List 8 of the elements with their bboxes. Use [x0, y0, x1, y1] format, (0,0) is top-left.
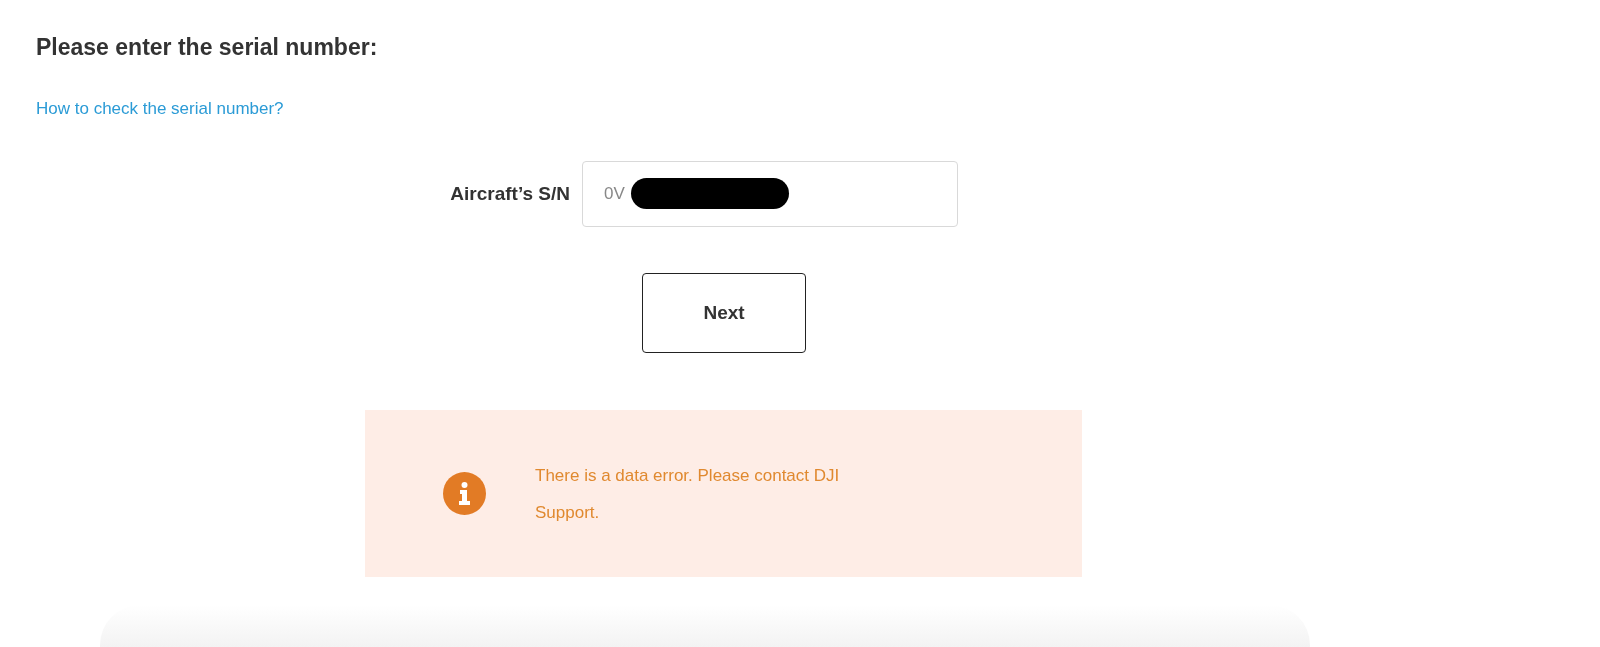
help-link[interactable]: How to check the serial number? [36, 99, 284, 119]
serial-number-field[interactable]: 0V [582, 161, 958, 227]
field-label: Aircraft’s S/N [449, 183, 570, 205]
field-value: 0V [604, 184, 625, 204]
next-button[interactable]: Next [642, 273, 806, 353]
info-icon [443, 472, 486, 515]
error-message: There is a data error. Please contact DJI Support. [535, 464, 841, 524]
page-heading: Please enter the serial number: [36, 34, 379, 61]
